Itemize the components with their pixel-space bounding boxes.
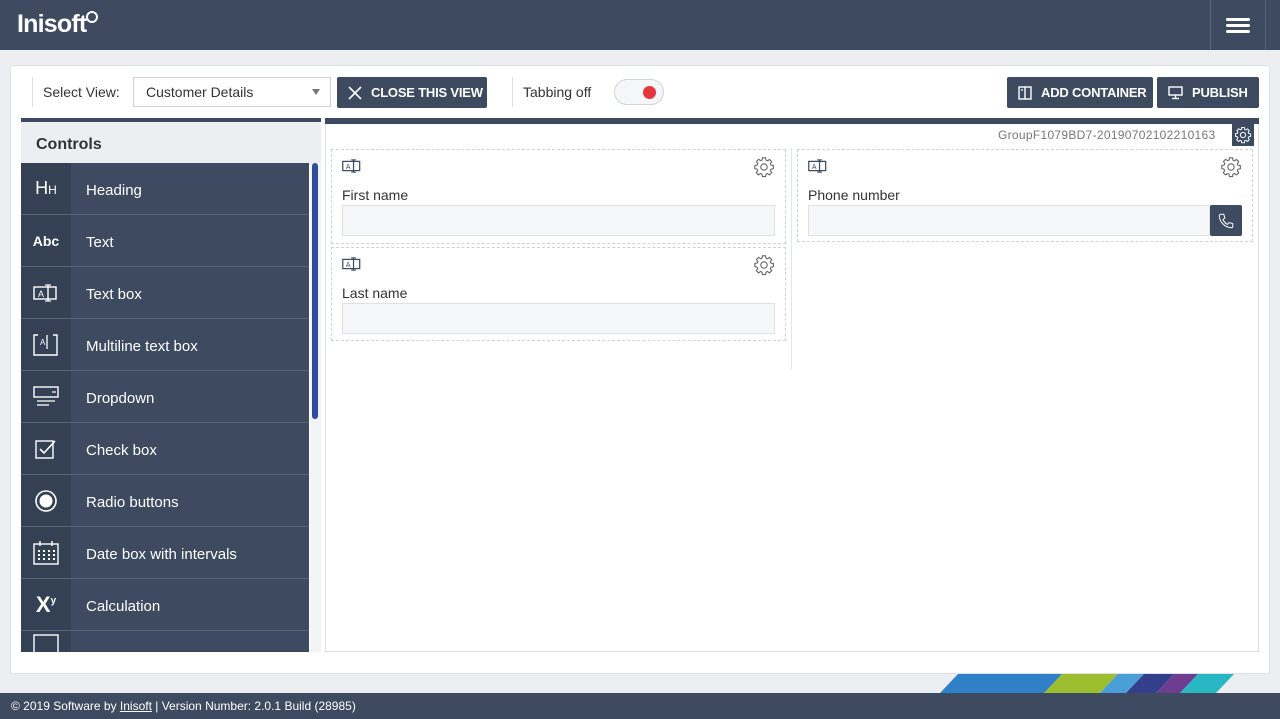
svg-text:A: A: [38, 289, 44, 299]
control-item-multiline-textbox[interactable]: A Multiline text box: [21, 319, 309, 371]
tabbing-toggle[interactable]: [614, 79, 664, 105]
heading-icon: HH: [21, 163, 71, 214]
tabbing-label: Tabbing off: [523, 84, 592, 100]
controls-sidebar: Controls HH Heading Abc Text A Text box …: [21, 118, 321, 652]
textbox-icon: A: [342, 159, 362, 178]
close-view-label: CLOSE THIS VIEW: [371, 85, 483, 100]
phone-call-button[interactable]: [1210, 205, 1242, 236]
control-item-checkbox[interactable]: Check box: [21, 423, 309, 475]
container-icon: [1018, 85, 1032, 100]
control-label: Dropdown: [86, 390, 155, 407]
calculation-icon: Xy: [21, 579, 71, 630]
group-settings-button[interactable]: [1232, 124, 1254, 146]
first-name-input[interactable]: [342, 205, 775, 236]
app-logo: Inisoft: [17, 10, 87, 38]
control-label: Heading: [86, 182, 142, 199]
controls-list: HH Heading Abc Text A Text box A Multili…: [21, 163, 309, 652]
radio-icon: [21, 475, 71, 526]
phone-number-input[interactable]: [808, 205, 1210, 236]
phone-number-field[interactable]: A Phone number: [797, 149, 1253, 242]
close-view-button[interactable]: CLOSE THIS VIEW: [337, 77, 487, 108]
logo-ring-icon: [86, 11, 98, 23]
gear-icon[interactable]: [753, 156, 775, 183]
text-icon: Abc: [21, 215, 71, 266]
phone-number-label: Phone number: [808, 187, 900, 203]
monitor-icon: [1168, 85, 1183, 100]
close-icon: [348, 85, 362, 100]
footer-version: | Version Number: 2.0.1 Build (28985): [151, 699, 356, 713]
calendar-icon: [21, 527, 71, 578]
add-container-button[interactable]: ADD CONTAINER: [1007, 77, 1153, 108]
toolbar-separator: [512, 77, 513, 107]
toggle-knob: [643, 86, 656, 99]
top-bar: Inisoft: [0, 0, 1280, 50]
control-label: Text: [86, 234, 114, 251]
column-divider: [791, 148, 792, 370]
canvas-top-border: [325, 118, 1259, 124]
gear-icon[interactable]: [753, 254, 775, 281]
control-label: Multiline text box: [86, 338, 198, 355]
company-link[interactable]: Inisoft: [120, 699, 152, 713]
publish-label: PUBLISH: [1192, 85, 1248, 100]
control-label: Text box: [86, 286, 142, 303]
gear-icon: [1235, 127, 1252, 144]
view-select[interactable]: Customer Details: [133, 77, 331, 107]
footer-copyright: © 2019 Software by: [11, 699, 120, 713]
svg-text:A: A: [346, 262, 351, 269]
textbox-icon: A: [808, 159, 828, 178]
control-label: Check box: [86, 442, 157, 459]
control-item-text[interactable]: Abc Text: [21, 215, 309, 267]
hamburger-icon: [1226, 15, 1250, 36]
dropdown-icon: [21, 371, 71, 422]
checkbox-icon: [21, 423, 71, 474]
svg-text:A: A: [40, 338, 46, 347]
first-name-label: First name: [342, 187, 409, 203]
phone-icon: [1218, 213, 1234, 228]
select-view-label: Select View:: [43, 84, 120, 100]
last-name-field[interactable]: A Last name: [331, 247, 786, 341]
control-item-heading[interactable]: HH Heading: [21, 163, 309, 215]
publish-button[interactable]: PUBLISH: [1157, 77, 1259, 108]
control-item-radio-buttons[interactable]: Radio buttons: [21, 475, 309, 527]
hamburger-menu-button[interactable]: [1210, 0, 1266, 50]
footer-text: © 2019 Software by Inisoft | Version Num…: [11, 699, 356, 713]
control-label: Date box with intervals: [86, 546, 237, 563]
view-select-value: Customer Details: [146, 84, 254, 100]
textbox-icon: A: [21, 267, 71, 318]
decorative-stripes: [940, 674, 1234, 693]
control-item-textbox[interactable]: A Text box: [21, 267, 309, 319]
control-item-partial[interactable]: [21, 631, 309, 652]
control-label: Radio buttons: [86, 494, 179, 511]
last-name-label: Last name: [342, 285, 408, 301]
toolbar-separator: [32, 77, 33, 107]
last-name-input[interactable]: [342, 303, 775, 334]
textbox-icon: A: [342, 257, 362, 276]
container-icon: [21, 631, 71, 652]
first-name-field[interactable]: A First name: [331, 149, 786, 244]
sidebar-scrollbar-thumb[interactable]: [312, 163, 318, 419]
control-label: Calculation: [86, 598, 161, 615]
svg-text:A: A: [812, 164, 817, 171]
multiline-textbox-icon: A: [21, 319, 71, 370]
add-container-label: ADD CONTAINER: [1041, 85, 1147, 100]
control-item-calculation[interactable]: Xy Calculation: [21, 579, 309, 631]
chevron-down-icon: [312, 89, 320, 95]
group-id: GroupF1079BD7-20190702102210163: [998, 128, 1216, 142]
control-item-dropdown[interactable]: Dropdown: [21, 371, 309, 423]
control-item-date-box[interactable]: Date box with intervals: [21, 527, 309, 579]
controls-heading: Controls: [21, 122, 321, 163]
svg-text:A: A: [346, 164, 351, 171]
footer: © 2019 Software by Inisoft | Version Num…: [0, 693, 1280, 719]
gear-icon[interactable]: [1220, 156, 1242, 183]
